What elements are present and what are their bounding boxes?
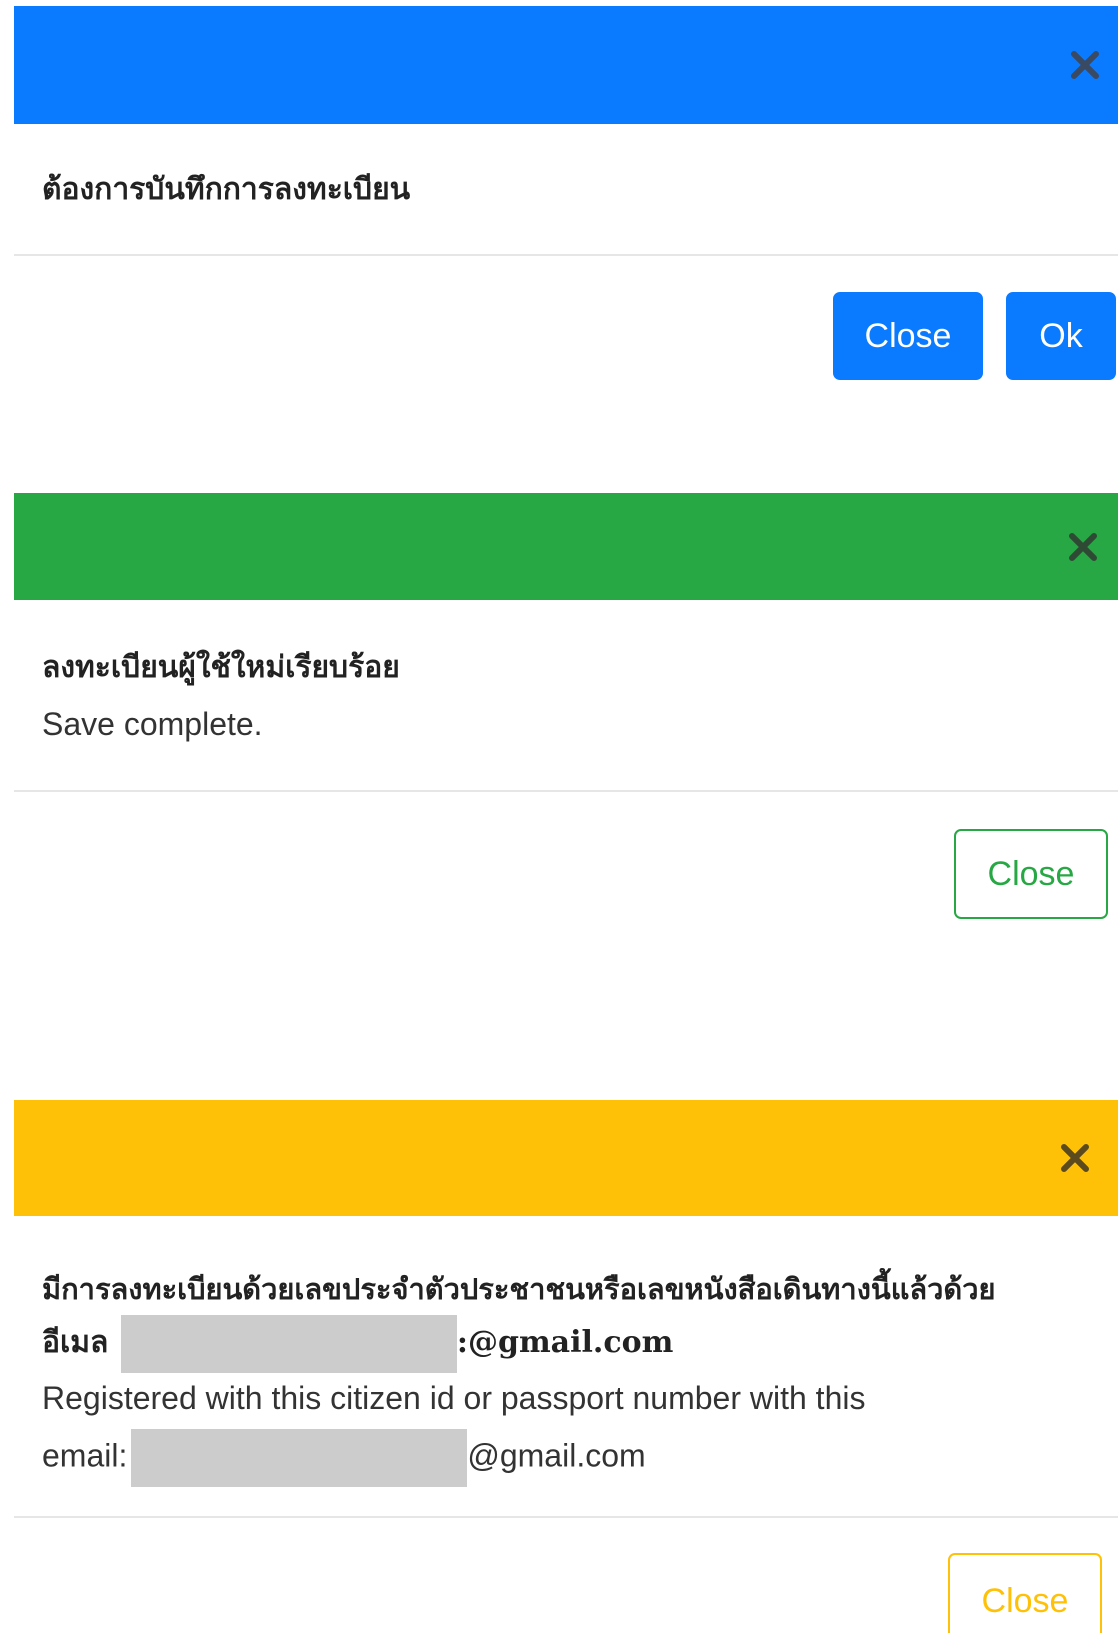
warning-modal-footer: Close	[14, 1518, 1118, 1633]
warning-message-th: มีการลงทะเบียนด้วยเลขประจำตัวประชาชนหรือ…	[42, 1272, 996, 1306]
warning-modal-header	[14, 1100, 1118, 1216]
confirm-modal-footer: Close Ok	[14, 256, 1118, 396]
confirm-close-button[interactable]: Close	[833, 292, 983, 380]
close-icon	[1069, 532, 1097, 561]
close-icon	[1061, 1144, 1089, 1172]
confirm-modal: ต้องการบันทึกการลงทะเบียน Close Ok	[14, 6, 1118, 396]
success-close-icon[interactable]	[1060, 524, 1106, 570]
screen: ต้องการบันทึกการลงทะเบียน Close Ok ลงทะเ…	[0, 0, 1118, 1633]
success-message-en: Save complete.	[42, 706, 263, 742]
success-modal: ลงทะเบียนผู้ใช้ใหม่เรียบร้อย Save comple…	[14, 493, 1118, 932]
email-suffix-en: @gmail.com	[467, 1437, 646, 1474]
warning-modal: มีการลงทะเบียนด้วยเลขประจำตัวประชาชนหรือ…	[14, 1100, 1118, 1633]
ok-button[interactable]: Ok	[1006, 292, 1116, 380]
warning-close-button[interactable]: Close	[948, 1553, 1102, 1633]
close-icon	[1071, 51, 1099, 79]
warning-modal-body: มีการลงทะเบียนด้วยเลขประจำตัวประชาชนหรือ…	[14, 1216, 1118, 1518]
confirm-close-icon[interactable]	[1062, 42, 1108, 88]
confirm-message: ต้องการบันทึกการลงทะเบียน	[42, 172, 411, 207]
email-label-en: email:	[42, 1437, 128, 1474]
warning-message-en: Registered with this citizen id or passp…	[42, 1380, 866, 1416]
warning-close-icon[interactable]	[1052, 1135, 1098, 1181]
success-modal-footer: Close	[14, 792, 1118, 932]
email-suffix-th: :@gmail.com	[456, 1325, 674, 1360]
success-close-button[interactable]: Close	[954, 829, 1108, 919]
warning-email-line-th: อีเมล :@gmail.com	[42, 1315, 673, 1373]
warning-email-line-en: email: @gmail.com	[42, 1429, 646, 1487]
redacted-email-en	[131, 1429, 468, 1487]
redacted-email-th	[120, 1315, 457, 1373]
email-label-th: อีเมล	[42, 1325, 109, 1360]
confirm-modal-header	[14, 6, 1118, 124]
success-modal-header	[14, 493, 1118, 600]
success-message-th: ลงทะเบียนผู้ใช้ใหม่เรียบร้อย	[42, 650, 400, 685]
success-modal-body: ลงทะเบียนผู้ใช้ใหม่เรียบร้อย Save comple…	[14, 600, 1118, 792]
confirm-modal-body: ต้องการบันทึกการลงทะเบียน	[14, 124, 1118, 256]
